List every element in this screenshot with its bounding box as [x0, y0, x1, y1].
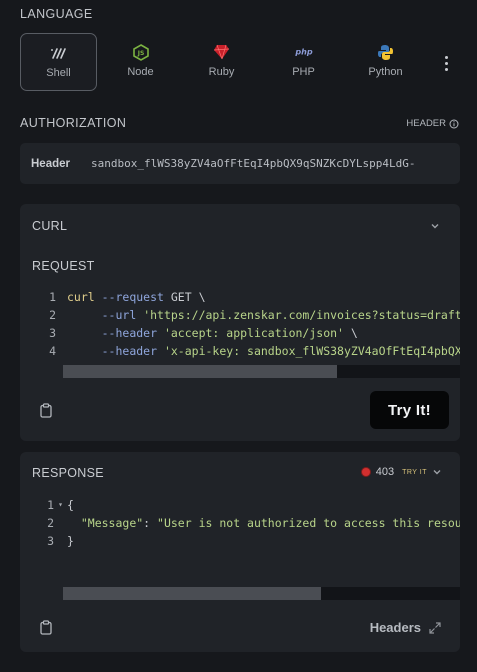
headers-label: Headers [369, 620, 421, 635]
error-status-icon [360, 467, 371, 477]
code-token: "User is not authorized to access this r… [157, 516, 460, 530]
clipboard-icon[interactable] [40, 620, 52, 635]
authorization-title: AUTHORIZATION [20, 116, 127, 130]
line-number: 1 [47, 498, 54, 512]
response-status[interactable]: 403 TRY IT [360, 466, 442, 478]
line-number: 3 [47, 534, 54, 548]
tab-shell-label: Shell [46, 67, 71, 79]
request-scrollbar[interactable] [63, 365, 460, 378]
request-scrollbar-thumb[interactable] [63, 365, 337, 378]
api-key-input[interactable]: sandbox_flWS38yZV4aOfFtEqI4pbQX9qSNZKcDY… [91, 157, 451, 170]
chevron-down-icon[interactable] [432, 467, 442, 477]
fold-toggle-icon [54, 532, 67, 550]
code-token: } [67, 534, 74, 548]
nodejs-icon: JS [132, 43, 150, 61]
response-scrollbar-thumb[interactable] [63, 587, 322, 600]
line-number: 4 [49, 344, 56, 358]
request-code-block[interactable]: 1 curl --request GET \ 2 --url 'https://ap… [32, 288, 460, 360]
code-token: GET \ [163, 290, 206, 304]
try-it-badge: TRY IT [402, 468, 427, 476]
curl-title: CURL [32, 219, 68, 233]
code-token: --request [101, 290, 164, 304]
code-line: 1 curl --request GET \ [32, 288, 460, 306]
auth-header-field[interactable]: Header sandbox_flWS38yZV4aOfFtEqI4pbQX9q… [20, 143, 460, 184]
ruby-icon [213, 43, 231, 61]
chevron-down-icon[interactable] [430, 221, 440, 231]
code-token: curl [67, 290, 95, 304]
code-token: 'x-api-key: sandbox_flWS38yZV4aOfFtEqI4p… [163, 344, 460, 358]
code-token: "Message" [80, 516, 144, 530]
language-title: LANGUAGE [20, 7, 93, 21]
tab-shell[interactable]: Shell [20, 33, 97, 91]
tab-node[interactable]: JS Node [102, 33, 179, 91]
response-title: RESPONSE [32, 466, 104, 480]
line-number: 2 [47, 516, 54, 530]
code-token: : [143, 516, 158, 530]
headers-button[interactable]: Headers [370, 620, 442, 635]
svg-text:JS: JS [136, 50, 144, 57]
code-line: 3 --header 'accept: application/json' \ [32, 324, 460, 342]
info-icon [449, 119, 459, 128]
request-label: REQUEST [32, 259, 95, 273]
fold-toggle-icon[interactable]: ▾ [54, 496, 67, 514]
code-token: --header [101, 326, 158, 340]
code-token: 'accept: application/json' [163, 326, 344, 340]
tab-ruby-label: Ruby [208, 66, 235, 78]
line-number: 3 [49, 326, 56, 340]
python-icon [377, 43, 395, 61]
auth-header-key: Header [31, 157, 70, 170]
more-vertical-icon[interactable] [438, 52, 454, 74]
clipboard-icon[interactable] [40, 403, 52, 418]
code-line: 1 ▾{ [32, 496, 460, 514]
auth-mode-toggle[interactable]: HEADER [406, 118, 459, 129]
code-line: 2 --url 'https://api.zenskar.com/invoice… [32, 306, 460, 324]
response-scrollbar[interactable] [63, 587, 460, 600]
try-it-button[interactable]: Try It! [370, 391, 449, 429]
code-line: 4 --header 'x-api-key: sandbox_flWS38yZV… [32, 342, 460, 360]
code-token: --header [101, 344, 158, 358]
curl-panel: CURL REQUEST 1 curl --request GET \ 2 --ur… [20, 204, 460, 441]
tab-node-label: Node [127, 66, 154, 78]
code-line: 3} [32, 532, 460, 550]
fold-toggle-icon [54, 514, 67, 532]
status-code: 403 [375, 466, 395, 478]
svg-text:php: php [295, 47, 313, 57]
line-number: 1 [49, 290, 56, 304]
tab-ruby[interactable]: Ruby [183, 33, 260, 91]
tab-php[interactable]: php PHP [265, 33, 342, 91]
tab-php-label: PHP [292, 66, 315, 78]
tab-python[interactable]: Python [347, 33, 424, 91]
auth-mode-label: HEADER [406, 118, 446, 129]
code-token: --url [101, 308, 137, 322]
code-token: \ [343, 326, 358, 340]
php-icon: php [295, 43, 313, 61]
expand-icon [429, 621, 441, 634]
line-number: 2 [49, 308, 56, 322]
code-token: { [67, 498, 74, 512]
response-panel: RESPONSE 403 TRY IT 1 ▾{2 "Message": "Use… [20, 452, 460, 652]
tab-python-label: Python [368, 66, 403, 78]
response-code-block[interactable]: 1 ▾{2 "Message": "User is not authorized … [32, 496, 460, 550]
shell-icon [50, 44, 68, 62]
code-line: 2 "Message": "User is not authorized to … [32, 514, 460, 532]
language-tabs: Shell JS Node Ruby php PHP Python [20, 33, 460, 91]
code-token: 'https://api.zenskar.com/invoices?status… [143, 308, 460, 322]
